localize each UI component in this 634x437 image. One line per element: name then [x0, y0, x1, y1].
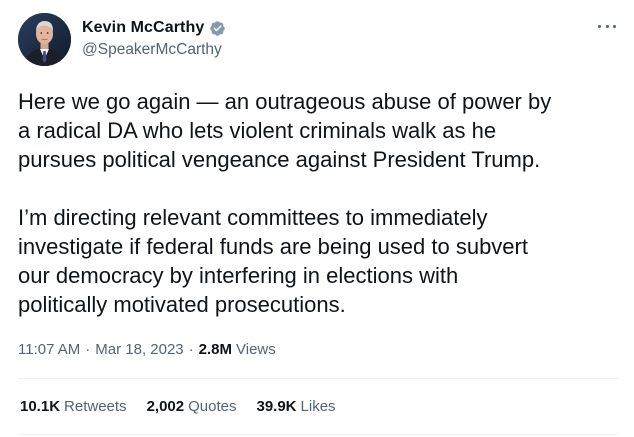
views-count: 2.8M [198, 341, 233, 358]
meta-separator: · [85, 341, 91, 358]
tweet-date[interactable]: Mar 18, 2023 [95, 341, 183, 358]
avatar[interactable] [18, 13, 71, 66]
views-label: Views [236, 341, 276, 358]
more-dot [613, 24, 616, 28]
display-name[interactable]: Kevin McCarthy [82, 19, 204, 37]
quotes-stat[interactable]: 2,002 Quotes [147, 398, 237, 415]
quotes-count: 2,002 [146, 398, 185, 415]
more-options-icon[interactable] [596, 19, 618, 33]
quotes-label: Quotes [188, 398, 237, 415]
engagement-stats: 10.1K Retweets 2,002 Quotes 39.9K Likes [20, 398, 356, 415]
more-dot [605, 24, 609, 28]
more-dot [598, 24, 601, 28]
tweet-paragraph: I’m directing relevant committees to imm… [18, 205, 528, 317]
avatar-portrait-icon [18, 13, 71, 66]
likes-count: 39.9K [256, 398, 297, 415]
display-name-row: Kevin McCarthy [82, 18, 226, 38]
tweet-paragraph: Here we go again — an outrageous abuse o… [18, 89, 552, 172]
meta-separator: · [188, 341, 194, 358]
tweet-text: Here we go again — an outrageous abuse o… [18, 87, 628, 319]
likes-stat[interactable]: 39.9K Likes [256, 398, 335, 415]
tweet-card: Kevin McCarthy @SpeakerMcCarthy Here we … [0, 0, 634, 437]
divider [18, 434, 618, 435]
retweets-stat[interactable]: 10.1K Retweets [20, 398, 127, 415]
tweet-time[interactable]: 11:07 AM [18, 341, 80, 358]
author-names: Kevin McCarthy @SpeakerMcCarthy [82, 18, 226, 59]
author-handle[interactable]: @SpeakerMcCarthy [82, 41, 226, 59]
tweet-meta: 11:07 AM · Mar 18, 2023 · 2.8M Views [18, 341, 276, 358]
tweet-header: Kevin McCarthy @SpeakerMcCarthy [18, 13, 618, 67]
retweets-label: Retweets [64, 398, 127, 415]
likes-label: Likes [300, 398, 336, 415]
retweets-count: 10.1K [20, 398, 61, 415]
divider [18, 378, 618, 379]
verified-badge-icon[interactable] [209, 20, 226, 37]
